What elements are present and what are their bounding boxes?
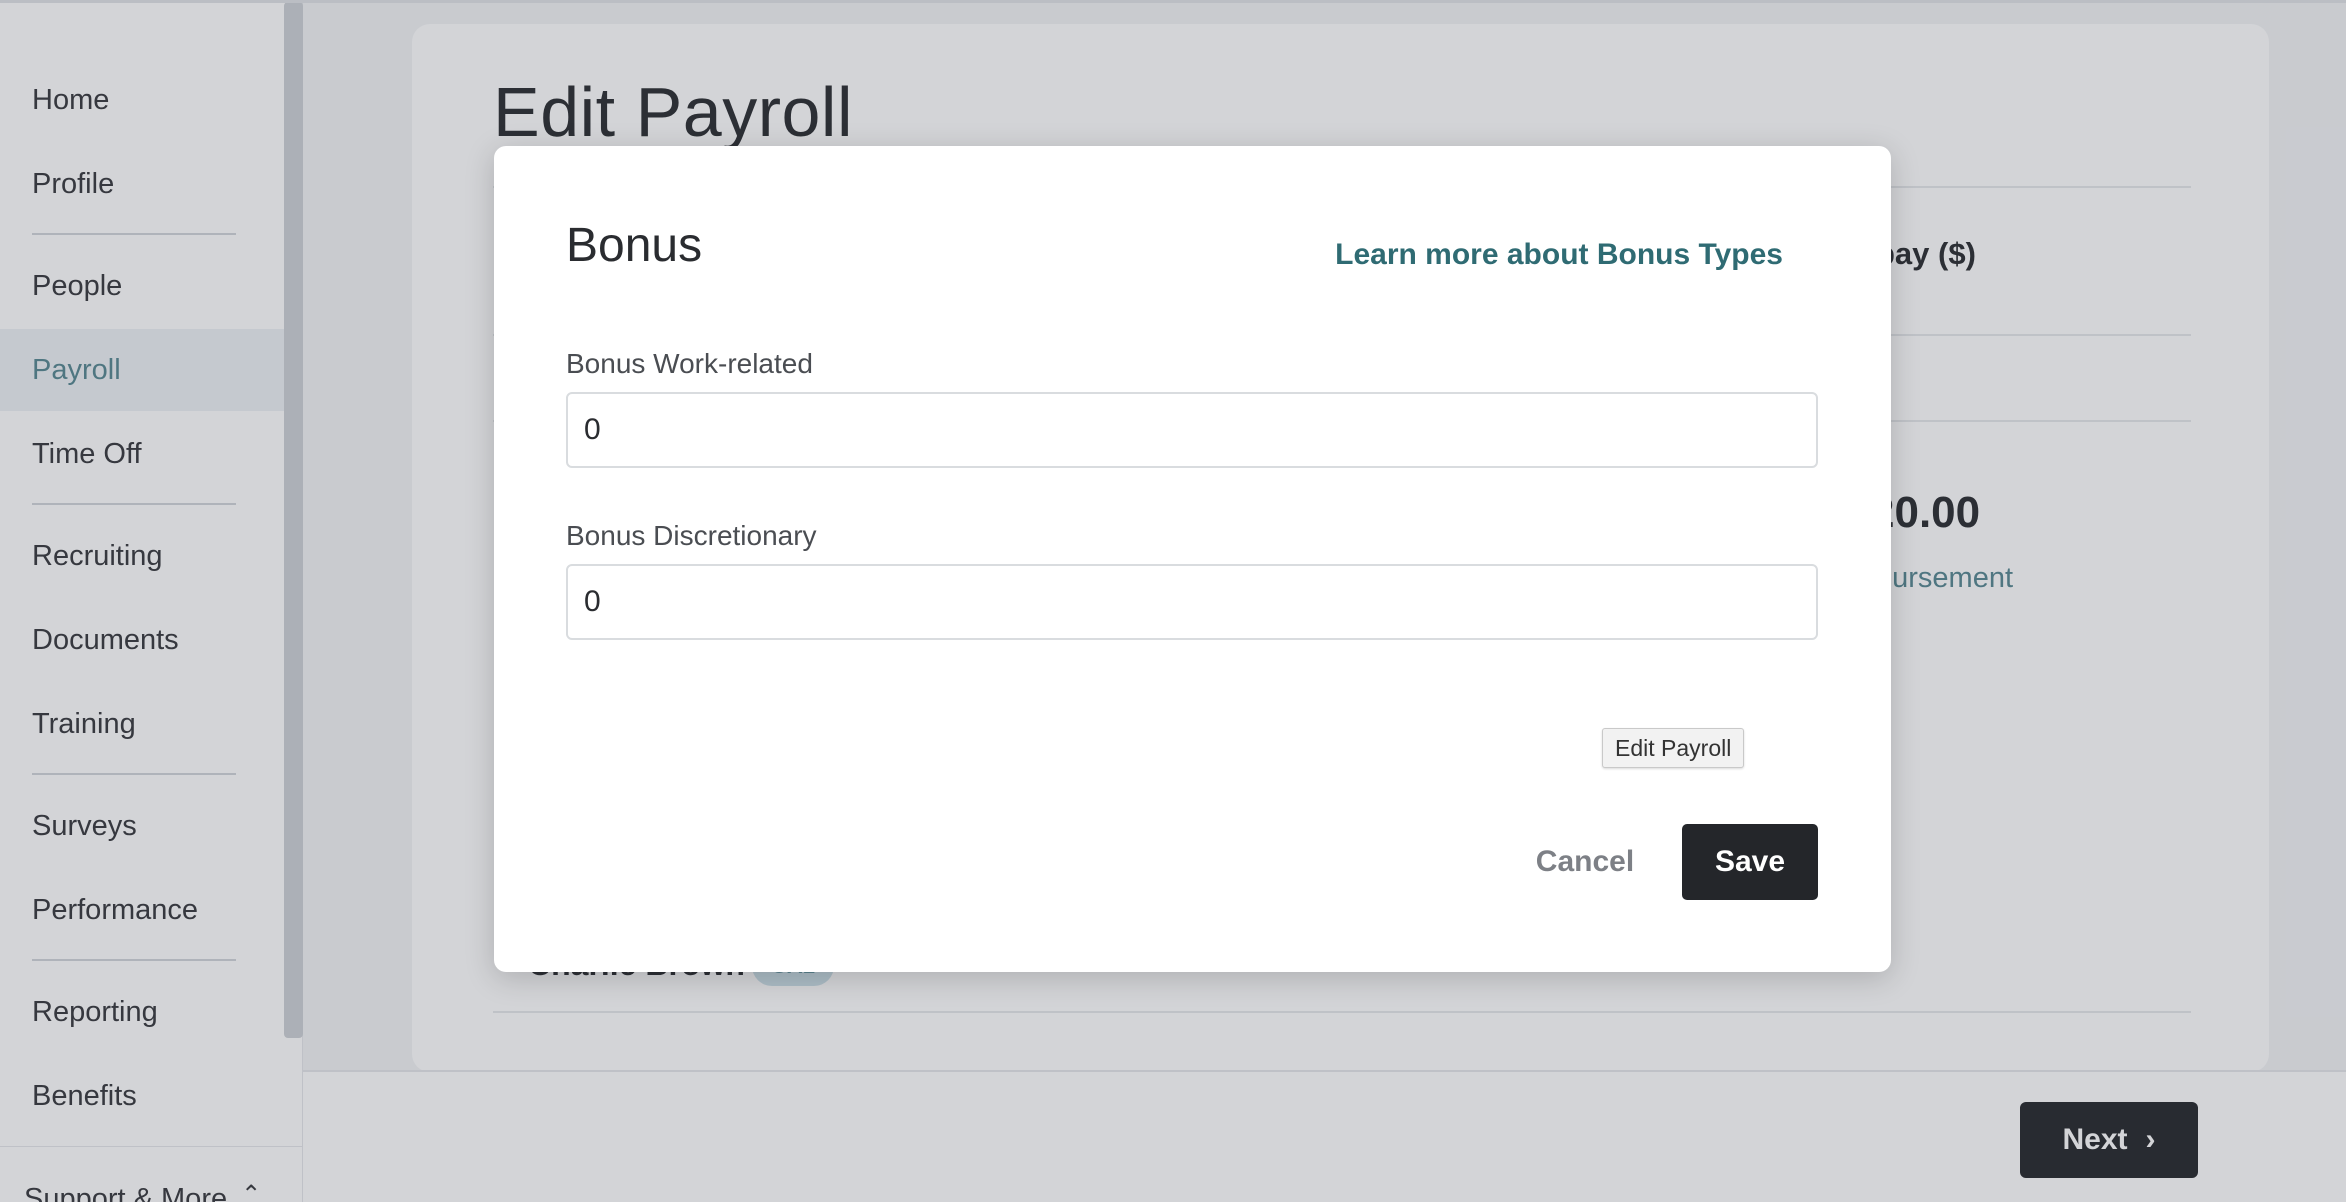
- bonus-work-related-label: Bonus Work-related: [566, 348, 813, 379]
- bonus-discretionary-input[interactable]: [566, 564, 1818, 640]
- bonus-modal: Bonus Learn more about Bonus Types Bonus…: [494, 146, 1891, 972]
- save-button[interactable]: Save: [1682, 824, 1818, 900]
- cancel-button[interactable]: Cancel: [1514, 824, 1656, 900]
- bonus-discretionary-label: Bonus Discretionary: [566, 520, 817, 551]
- bonus-work-related-input[interactable]: [566, 392, 1818, 468]
- modal-title: Bonus: [566, 219, 703, 272]
- tooltip: Edit Payroll: [1602, 728, 1745, 768]
- learn-more-link[interactable]: Learn more about Bonus Types: [1335, 238, 1783, 272]
